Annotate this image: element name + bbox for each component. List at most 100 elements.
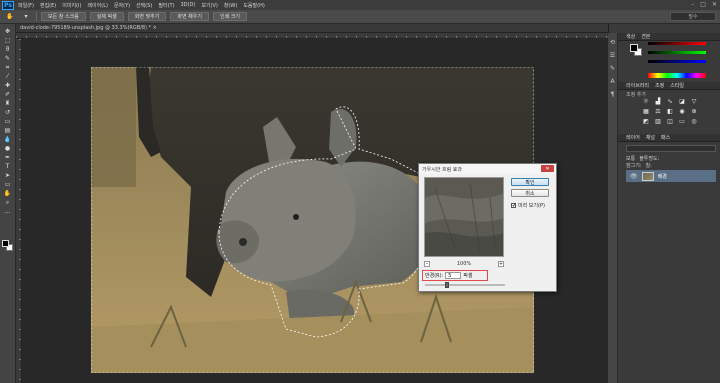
minimize-icon[interactable]: –: [691, 1, 694, 8]
radius-slider[interactable]: [425, 282, 505, 288]
brush-panel-icon[interactable]: ✎: [609, 65, 616, 72]
exposure-icon[interactable]: ◪: [678, 98, 686, 105]
dialog-title[interactable]: 가우시안 흐림 효과: [419, 164, 556, 174]
menu-edit[interactable]: 편집(E): [40, 2, 56, 9]
menu-layer[interactable]: 레이어(L): [87, 2, 108, 9]
vibrance-icon[interactable]: ▽: [690, 98, 698, 105]
menu-image[interactable]: 이미지(I): [62, 2, 81, 9]
brightness-icon[interactable]: ☼: [642, 98, 650, 105]
dodge-tool-icon[interactable]: ●: [2, 145, 13, 153]
menu-file[interactable]: 파일(F): [18, 2, 34, 9]
green-slider[interactable]: [648, 51, 706, 54]
menu-3d[interactable]: 3D(D): [181, 2, 196, 9]
tab-adjustments[interactable]: 조정: [655, 82, 664, 90]
paragraph-icon[interactable]: ¶: [609, 91, 616, 98]
photo-filter-icon[interactable]: ◉: [678, 108, 686, 115]
shape-tool-icon[interactable]: ▭: [2, 181, 13, 189]
blend-mode-select[interactable]: 보통: [626, 155, 635, 162]
fit-screen-button[interactable]: 화면 맞추기: [127, 12, 167, 21]
crop-tool-icon[interactable]: ⌗: [2, 64, 13, 72]
lasso-tool-icon[interactable]: ϑ: [2, 46, 13, 54]
color-balance-icon[interactable]: ⚖: [654, 108, 662, 115]
clone-stamp-tool-icon[interactable]: ♜: [2, 100, 13, 108]
vertical-ruler[interactable]: [16, 39, 22, 383]
tab-layers[interactable]: 레이어: [626, 134, 640, 142]
menu-view[interactable]: 보기(V): [201, 2, 218, 9]
dialog-preview-image[interactable]: [424, 177, 504, 257]
path-select-tool-icon[interactable]: ➤: [2, 172, 13, 180]
tab-color[interactable]: 색상: [626, 33, 635, 41]
horizontal-ruler[interactable]: [16, 33, 608, 39]
zoom-in-icon[interactable]: +: [497, 261, 504, 267]
posterize-icon[interactable]: ▥: [654, 118, 662, 125]
dialog-close-button[interactable]: ✕: [541, 165, 554, 172]
character-icon[interactable]: A: [609, 78, 616, 85]
menu-window[interactable]: 창(W): [224, 2, 237, 9]
scroll-all-windows-checkbox[interactable]: 모든 창 스크롤: [41, 12, 86, 21]
invert-icon[interactable]: ◩: [642, 118, 650, 125]
eraser-tool-icon[interactable]: ▭: [2, 118, 13, 126]
radius-input[interactable]: 5: [445, 272, 462, 279]
layer-row-background[interactable]: 👁 배경: [626, 170, 716, 182]
history-brush-tool-icon[interactable]: ↺: [2, 109, 13, 117]
red-slider[interactable]: [648, 42, 706, 45]
panel-foreground-swatch[interactable]: [630, 44, 638, 52]
tool-preset-chevron-icon[interactable]: ▾: [20, 12, 32, 21]
threshold-icon[interactable]: ◫: [666, 118, 674, 125]
radius-slider-thumb[interactable]: [445, 282, 450, 288]
close-icon[interactable]: ✕: [712, 1, 717, 8]
tab-swatches[interactable]: 견본: [641, 33, 650, 41]
divider: [36, 12, 37, 21]
foreground-color-swatch[interactable]: [2, 240, 9, 247]
layer-filter-field[interactable]: [626, 145, 716, 152]
tab-libraries[interactable]: 라이브러리: [626, 82, 649, 90]
blur-tool-icon[interactable]: 💧: [2, 136, 13, 144]
menu-filter[interactable]: 필터(T): [158, 2, 174, 9]
workspace-selector[interactable]: 필수: [670, 12, 716, 21]
move-tool-icon[interactable]: ✥: [2, 28, 13, 36]
channel-mixer-icon[interactable]: ⊛: [690, 108, 698, 115]
maximize-icon[interactable]: □: [700, 1, 706, 8]
blue-slider[interactable]: [648, 60, 706, 63]
cancel-button[interactable]: 취소: [511, 189, 549, 197]
pen-tool-icon[interactable]: ✒: [2, 154, 13, 162]
history-icon[interactable]: ⟲: [609, 39, 616, 46]
selective-color-icon[interactable]: ◎: [690, 118, 698, 125]
tab-channels[interactable]: 채널: [646, 134, 655, 142]
quick-select-tool-icon[interactable]: ✎: [2, 55, 13, 63]
more-tools-icon[interactable]: …: [2, 208, 13, 216]
color-spectrum[interactable]: [648, 73, 706, 78]
menu-help[interactable]: 도움말(H): [243, 2, 264, 9]
menu-type[interactable]: 문자(Y): [114, 2, 130, 9]
levels-icon[interactable]: ▟: [654, 98, 662, 105]
eyedropper-tool-icon[interactable]: ⁄: [2, 73, 13, 81]
zoom-tool-icon[interactable]: ⌕: [2, 199, 13, 207]
type-tool-icon[interactable]: T: [2, 163, 13, 171]
preview-zoom-controls: – 100% +: [424, 260, 504, 268]
black-white-icon[interactable]: ◧: [666, 108, 674, 115]
ok-button[interactable]: 확인: [511, 178, 549, 186]
print-size-button[interactable]: 인쇄 크기: [212, 12, 247, 21]
brush-tool-icon[interactable]: ✐: [2, 91, 13, 99]
hue-saturation-icon[interactable]: ▦: [642, 108, 650, 115]
gradient-map-icon[interactable]: ▭: [678, 118, 686, 125]
properties-icon[interactable]: ☰: [609, 52, 616, 59]
menu-select[interactable]: 선택(S): [136, 2, 152, 9]
preview-checkbox-row[interactable]: ✔ 미리 보기(P): [511, 202, 545, 209]
hand-tool-icon[interactable]: ✋: [4, 12, 16, 21]
visibility-eye-icon[interactable]: 👁: [630, 173, 638, 180]
document-tab[interactable]: david-clode-795189-unsplash.jpg @ 33.3%(…: [16, 24, 608, 33]
healing-brush-tool-icon[interactable]: ✚: [2, 82, 13, 90]
radius-label: 반경(R):: [425, 273, 444, 279]
lock-label: 잠그기:: [626, 163, 642, 169]
preview-checkbox[interactable]: ✔: [511, 203, 516, 209]
gradient-tool-icon[interactable]: ▤: [2, 127, 13, 135]
zoom-out-icon[interactable]: –: [424, 261, 430, 267]
marquee-tool-icon[interactable]: ⬚: [2, 37, 13, 45]
tab-paths[interactable]: 패스: [661, 134, 670, 142]
tab-styles[interactable]: 스타일: [670, 82, 684, 90]
hand-tool-icon[interactable]: ✋: [2, 190, 13, 198]
fill-screen-button[interactable]: 화면 채우기: [170, 12, 209, 21]
curves-icon[interactable]: ∿: [666, 98, 674, 105]
actual-pixels-button[interactable]: 실제 픽셀: [89, 12, 124, 21]
